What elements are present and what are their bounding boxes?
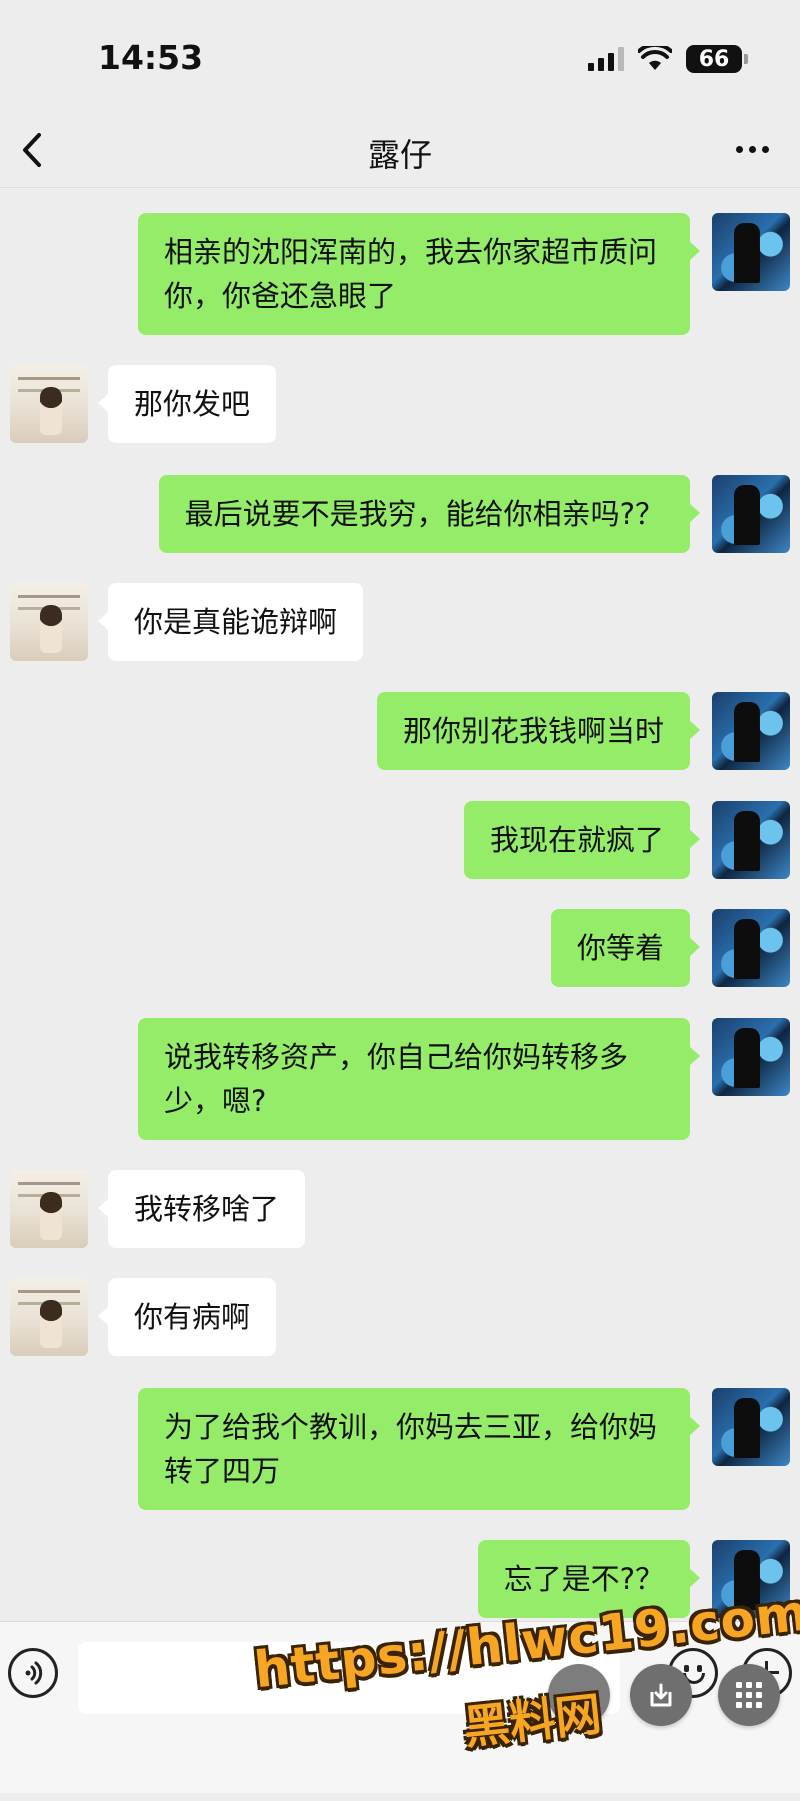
my-avatar[interactable] <box>712 1018 790 1096</box>
more-button[interactable] <box>728 134 776 164</box>
contact-avatar[interactable] <box>10 1278 88 1356</box>
my-avatar[interactable] <box>712 909 790 987</box>
my-avatar[interactable] <box>712 801 790 879</box>
my-avatar[interactable] <box>712 213 790 291</box>
my-message-bubble[interactable]: 你等着 <box>550 909 701 987</box>
download-icon <box>650 1683 672 1707</box>
my-message-bubble[interactable]: 相亲的沈阳浑南的，我去你家超市质问你，你爸还急眼了 <box>138 213 700 335</box>
download-button[interactable] <box>630 1664 692 1726</box>
voice-button[interactable] <box>8 1648 58 1698</box>
status-bar: 14:53 66 <box>0 0 800 120</box>
contact-avatar[interactable] <box>10 583 88 661</box>
floating-button[interactable] <box>548 1664 610 1726</box>
my-message-bubble[interactable]: 最后说要不是我穷，能给你相亲吗?？ <box>158 475 701 553</box>
my-avatar[interactable] <box>712 475 790 553</box>
my-avatar[interactable] <box>712 692 790 770</box>
contact-message-bubble[interactable]: 我转移啥了 <box>97 1170 306 1248</box>
message-list[interactable]: 相亲的沈阳浑南的，我去你家超市质问你，你爸还急眼了 那你发吧 最后说要不是我穷，… <box>0 189 800 1621</box>
contact-message-bubble[interactable]: 你有病啊 <box>97 1278 277 1356</box>
status-time: 14:53 <box>98 38 204 77</box>
contact-message-bubble[interactable]: 那你发吧 <box>97 365 277 443</box>
my-message-bubble[interactable]: 我现在就疯了 <box>463 801 701 879</box>
status-icons: 66 <box>588 44 748 74</box>
my-message-bubble[interactable]: 为了给我个教训，你妈去三亚，给你妈转了四万 <box>138 1388 700 1510</box>
battery-icon: 66 <box>686 45 748 73</box>
signal-icon <box>588 47 624 71</box>
more-dots-icon <box>735 145 743 153</box>
voice-icon <box>25 1661 43 1685</box>
message-input[interactable] <box>78 1642 620 1714</box>
my-message-bubble[interactable]: 忘了是不?？ <box>477 1540 701 1618</box>
chat-title: 露仔 <box>367 136 432 174</box>
wifi-icon <box>638 46 672 70</box>
grid-icon <box>736 1682 762 1708</box>
my-message-bubble[interactable]: 那你别花我钱啊当时 <box>376 692 701 770</box>
my-message-bubble[interactable]: 说我转移资产，你自己给你妈转移多少，嗯? <box>138 1018 700 1140</box>
contact-avatar[interactable] <box>10 365 88 443</box>
grid-menu-button[interactable] <box>718 1664 780 1726</box>
contact-message-bubble[interactable]: 你是真能诡辩啊 <box>97 583 364 661</box>
my-avatar[interactable] <box>712 1540 790 1618</box>
contact-avatar[interactable] <box>10 1170 88 1248</box>
chat-header: 露仔 <box>0 112 800 188</box>
my-avatar[interactable] <box>712 1388 790 1466</box>
